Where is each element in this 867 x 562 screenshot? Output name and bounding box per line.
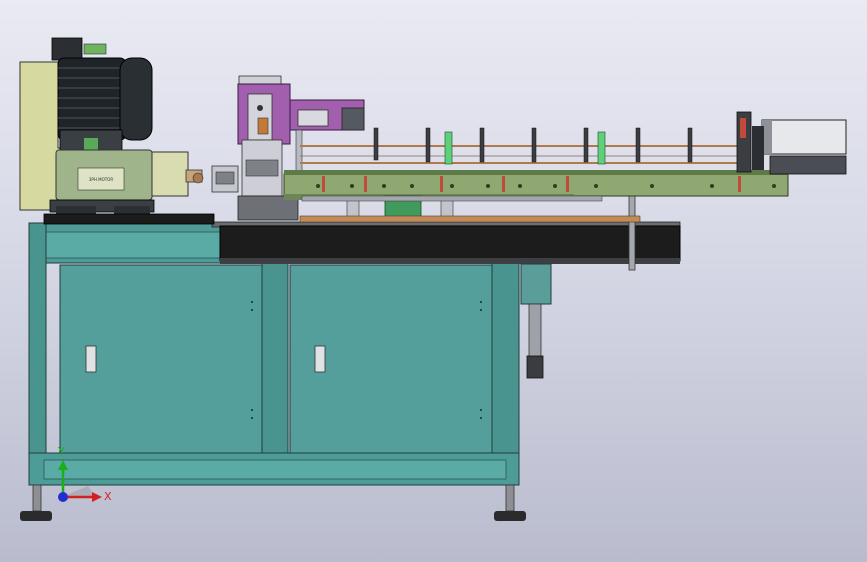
end-cylinder-body <box>761 119 847 155</box>
door-right-handle[interactable] <box>314 345 326 373</box>
axis-y-label: Y <box>57 445 65 458</box>
cabinet-left-post <box>28 222 47 486</box>
cad-assembly-view: 3PH MOTOR X Y <box>19 37 847 521</box>
terminal-box <box>51 37 83 61</box>
end-bracket <box>752 126 764 170</box>
cabinet-right-post <box>491 261 520 455</box>
motor-mount-green <box>84 138 98 150</box>
green-sensors <box>444 131 606 165</box>
press-nozzle <box>341 107 365 131</box>
press-lower-tooling <box>245 159 279 177</box>
cabinet-middle-post <box>261 261 289 455</box>
rail-upper-lip <box>284 170 788 175</box>
motor-base-riser <box>43 213 215 225</box>
coupling <box>192 172 204 184</box>
press-link-orange <box>257 117 269 135</box>
end-cylinder-rod <box>769 155 847 175</box>
infeed-block <box>211 165 239 193</box>
motor-fan-cover <box>119 57 153 141</box>
door-left-handle[interactable] <box>85 345 97 373</box>
cabinet-bottom-rail-inner <box>43 459 507 480</box>
table-underside-rail <box>220 258 680 264</box>
table-body <box>219 225 681 262</box>
machine-cabinet <box>20 222 526 521</box>
under-rail-parts <box>299 195 641 223</box>
press-pivot <box>257 105 263 111</box>
end-cylinder-assembly <box>736 111 847 175</box>
leveling-foot-right <box>494 484 526 521</box>
press-cylinder <box>297 109 329 127</box>
lift-cylinder <box>520 263 552 379</box>
work-table <box>211 221 681 264</box>
axis-x-arrow <box>92 492 102 502</box>
end-stop-accent <box>740 118 746 138</box>
axis-z-origin <box>58 492 68 502</box>
motor-nameplate-text: 3PH MOTOR <box>89 177 113 182</box>
terminal-box-label <box>83 43 107 55</box>
leveling-foot-left <box>20 484 52 521</box>
axis-x-label: X <box>104 490 112 503</box>
table-support-leg <box>628 195 636 271</box>
cabinet-top-rail-inner <box>43 231 221 259</box>
gearbox-flange <box>151 151 189 197</box>
motor-assembly: 3PH MOTOR <box>19 37 215 225</box>
